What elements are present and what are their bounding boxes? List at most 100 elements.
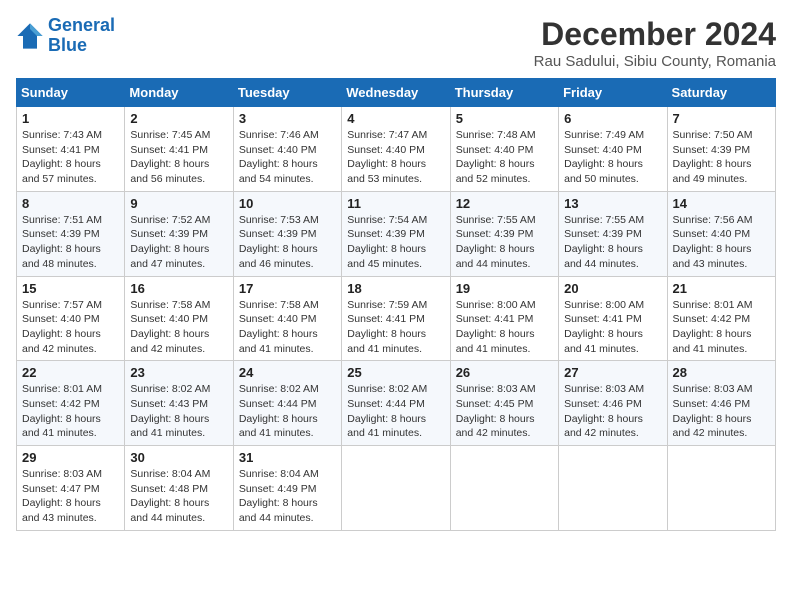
- weekday-header: Tuesday: [233, 79, 341, 107]
- day-info: Sunrise: 8:03 AM Sunset: 4:46 PM Dayligh…: [564, 382, 661, 441]
- calendar-cell: [559, 446, 667, 531]
- weekday-header: Thursday: [450, 79, 558, 107]
- weekday-header: Saturday: [667, 79, 775, 107]
- day-info: Sunrise: 8:04 AM Sunset: 4:49 PM Dayligh…: [239, 467, 336, 526]
- day-info: Sunrise: 8:02 AM Sunset: 4:44 PM Dayligh…: [347, 382, 444, 441]
- calendar-cell: 8 Sunrise: 7:51 AM Sunset: 4:39 PM Dayli…: [17, 191, 125, 276]
- day-number: 13: [564, 196, 661, 211]
- day-info: Sunrise: 7:56 AM Sunset: 4:40 PM Dayligh…: [673, 213, 770, 272]
- day-info: Sunrise: 7:58 AM Sunset: 4:40 PM Dayligh…: [130, 298, 227, 357]
- day-number: 16: [130, 281, 227, 296]
- calendar-cell: 31 Sunrise: 8:04 AM Sunset: 4:49 PM Dayl…: [233, 446, 341, 531]
- day-number: 7: [673, 111, 770, 126]
- logo: General Blue: [16, 16, 115, 56]
- day-number: 23: [130, 365, 227, 380]
- calendar-cell: 14 Sunrise: 7:56 AM Sunset: 4:40 PM Dayl…: [667, 191, 775, 276]
- day-number: 18: [347, 281, 444, 296]
- month-title: December 2024: [534, 16, 776, 53]
- day-number: 9: [130, 196, 227, 211]
- day-number: 4: [347, 111, 444, 126]
- day-number: 14: [673, 196, 770, 211]
- day-number: 6: [564, 111, 661, 126]
- day-info: Sunrise: 8:00 AM Sunset: 4:41 PM Dayligh…: [456, 298, 553, 357]
- calendar-cell: [342, 446, 450, 531]
- weekday-header: Monday: [125, 79, 233, 107]
- calendar-cell: 23 Sunrise: 8:02 AM Sunset: 4:43 PM Dayl…: [125, 361, 233, 446]
- day-info: Sunrise: 8:03 AM Sunset: 4:45 PM Dayligh…: [456, 382, 553, 441]
- day-info: Sunrise: 7:55 AM Sunset: 4:39 PM Dayligh…: [456, 213, 553, 272]
- logo-icon: [16, 22, 44, 50]
- weekday-header: Wednesday: [342, 79, 450, 107]
- calendar-cell: 9 Sunrise: 7:52 AM Sunset: 4:39 PM Dayli…: [125, 191, 233, 276]
- day-info: Sunrise: 8:00 AM Sunset: 4:41 PM Dayligh…: [564, 298, 661, 357]
- calendar-cell: 4 Sunrise: 7:47 AM Sunset: 4:40 PM Dayli…: [342, 107, 450, 192]
- day-number: 21: [673, 281, 770, 296]
- day-info: Sunrise: 8:04 AM Sunset: 4:48 PM Dayligh…: [130, 467, 227, 526]
- calendar-cell: 16 Sunrise: 7:58 AM Sunset: 4:40 PM Dayl…: [125, 276, 233, 361]
- day-number: 11: [347, 196, 444, 211]
- day-number: 8: [22, 196, 119, 211]
- calendar-header-row: SundayMondayTuesdayWednesdayThursdayFrid…: [17, 79, 776, 107]
- day-number: 12: [456, 196, 553, 211]
- calendar-cell: [667, 446, 775, 531]
- calendar-week-row: 29 Sunrise: 8:03 AM Sunset: 4:47 PM Dayl…: [17, 446, 776, 531]
- weekday-header: Friday: [559, 79, 667, 107]
- calendar-cell: 27 Sunrise: 8:03 AM Sunset: 4:46 PM Dayl…: [559, 361, 667, 446]
- day-number: 10: [239, 196, 336, 211]
- calendar-cell: 21 Sunrise: 8:01 AM Sunset: 4:42 PM Dayl…: [667, 276, 775, 361]
- calendar-cell: 7 Sunrise: 7:50 AM Sunset: 4:39 PM Dayli…: [667, 107, 775, 192]
- day-number: 3: [239, 111, 336, 126]
- logo-text: General Blue: [48, 16, 115, 56]
- calendar-week-row: 8 Sunrise: 7:51 AM Sunset: 4:39 PM Dayli…: [17, 191, 776, 276]
- day-info: Sunrise: 8:02 AM Sunset: 4:43 PM Dayligh…: [130, 382, 227, 441]
- day-info: Sunrise: 8:01 AM Sunset: 4:42 PM Dayligh…: [22, 382, 119, 441]
- calendar-cell: 6 Sunrise: 7:49 AM Sunset: 4:40 PM Dayli…: [559, 107, 667, 192]
- day-number: 5: [456, 111, 553, 126]
- day-info: Sunrise: 7:54 AM Sunset: 4:39 PM Dayligh…: [347, 213, 444, 272]
- day-number: 17: [239, 281, 336, 296]
- day-info: Sunrise: 7:57 AM Sunset: 4:40 PM Dayligh…: [22, 298, 119, 357]
- calendar-week-row: 1 Sunrise: 7:43 AM Sunset: 4:41 PM Dayli…: [17, 107, 776, 192]
- day-info: Sunrise: 8:03 AM Sunset: 4:46 PM Dayligh…: [673, 382, 770, 441]
- page-header: General Blue December 2024 Rau Sadului, …: [16, 16, 776, 70]
- calendar-cell: 15 Sunrise: 7:57 AM Sunset: 4:40 PM Dayl…: [17, 276, 125, 361]
- day-info: Sunrise: 7:49 AM Sunset: 4:40 PM Dayligh…: [564, 128, 661, 187]
- day-info: Sunrise: 7:58 AM Sunset: 4:40 PM Dayligh…: [239, 298, 336, 357]
- day-number: 31: [239, 450, 336, 465]
- day-number: 22: [22, 365, 119, 380]
- day-number: 27: [564, 365, 661, 380]
- day-info: Sunrise: 7:59 AM Sunset: 4:41 PM Dayligh…: [347, 298, 444, 357]
- title-block: December 2024 Rau Sadului, Sibiu County,…: [534, 16, 776, 70]
- day-info: Sunrise: 7:53 AM Sunset: 4:39 PM Dayligh…: [239, 213, 336, 272]
- day-number: 29: [22, 450, 119, 465]
- calendar-cell: 11 Sunrise: 7:54 AM Sunset: 4:39 PM Dayl…: [342, 191, 450, 276]
- day-number: 19: [456, 281, 553, 296]
- day-number: 20: [564, 281, 661, 296]
- calendar-cell: 26 Sunrise: 8:03 AM Sunset: 4:45 PM Dayl…: [450, 361, 558, 446]
- calendar-table: SundayMondayTuesdayWednesdayThursdayFrid…: [16, 78, 776, 531]
- day-number: 28: [673, 365, 770, 380]
- calendar-cell: 3 Sunrise: 7:46 AM Sunset: 4:40 PM Dayli…: [233, 107, 341, 192]
- weekday-header: Sunday: [17, 79, 125, 107]
- calendar-cell: 2 Sunrise: 7:45 AM Sunset: 4:41 PM Dayli…: [125, 107, 233, 192]
- calendar-cell: 30 Sunrise: 8:04 AM Sunset: 4:48 PM Dayl…: [125, 446, 233, 531]
- day-info: Sunrise: 7:48 AM Sunset: 4:40 PM Dayligh…: [456, 128, 553, 187]
- day-number: 30: [130, 450, 227, 465]
- day-number: 15: [22, 281, 119, 296]
- calendar-cell: 18 Sunrise: 7:59 AM Sunset: 4:41 PM Dayl…: [342, 276, 450, 361]
- day-info: Sunrise: 7:50 AM Sunset: 4:39 PM Dayligh…: [673, 128, 770, 187]
- day-info: Sunrise: 8:03 AM Sunset: 4:47 PM Dayligh…: [22, 467, 119, 526]
- calendar-cell: 22 Sunrise: 8:01 AM Sunset: 4:42 PM Dayl…: [17, 361, 125, 446]
- day-number: 24: [239, 365, 336, 380]
- day-info: Sunrise: 7:52 AM Sunset: 4:39 PM Dayligh…: [130, 213, 227, 272]
- day-info: Sunrise: 8:01 AM Sunset: 4:42 PM Dayligh…: [673, 298, 770, 357]
- day-info: Sunrise: 7:43 AM Sunset: 4:41 PM Dayligh…: [22, 128, 119, 187]
- day-info: Sunrise: 8:02 AM Sunset: 4:44 PM Dayligh…: [239, 382, 336, 441]
- calendar-cell: 17 Sunrise: 7:58 AM Sunset: 4:40 PM Dayl…: [233, 276, 341, 361]
- calendar-cell: 29 Sunrise: 8:03 AM Sunset: 4:47 PM Dayl…: [17, 446, 125, 531]
- day-number: 1: [22, 111, 119, 126]
- day-info: Sunrise: 7:46 AM Sunset: 4:40 PM Dayligh…: [239, 128, 336, 187]
- calendar-cell: 20 Sunrise: 8:00 AM Sunset: 4:41 PM Dayl…: [559, 276, 667, 361]
- day-info: Sunrise: 7:45 AM Sunset: 4:41 PM Dayligh…: [130, 128, 227, 187]
- calendar-cell: 5 Sunrise: 7:48 AM Sunset: 4:40 PM Dayli…: [450, 107, 558, 192]
